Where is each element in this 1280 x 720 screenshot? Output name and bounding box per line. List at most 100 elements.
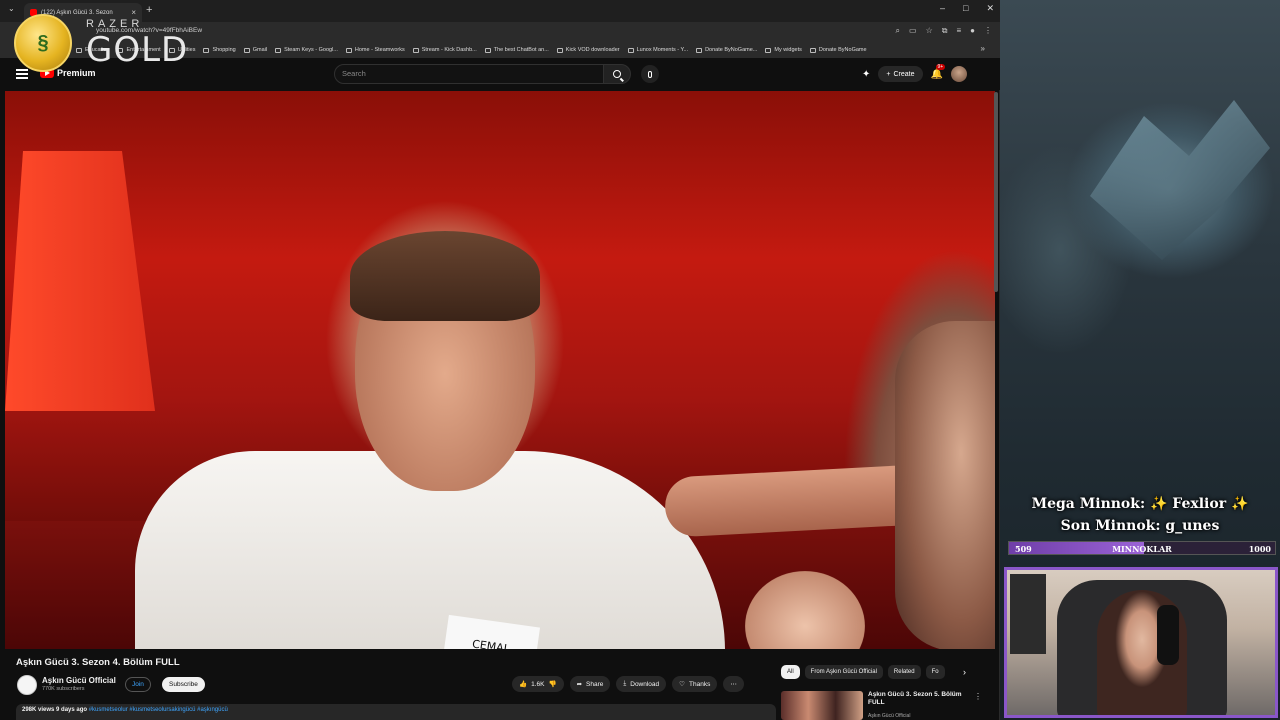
- recommendation-thumbnail[interactable]: [781, 691, 863, 720]
- recommendation-channel: Aşkın Gücü Official: [868, 713, 911, 719]
- join-button[interactable]: Join: [125, 677, 151, 692]
- notifications-bell-icon[interactable]: 🔔 9+: [931, 63, 946, 80]
- notification-badge: 9+: [935, 63, 946, 70]
- chip-for-you[interactable]: Fo: [925, 665, 945, 679]
- video-actions: 👍 1.6K 👎 ➦ Share ⤓ Download ♡ Thanks ⋯: [512, 676, 744, 692]
- mega-minnok-text: Mega Minnok: ✨ Fexlior ✨: [1031, 496, 1249, 512]
- channel-name[interactable]: Aşkın Gücü Official: [42, 676, 116, 685]
- tab-bar: ⌄ (122) Aşkın Gücü 3. Sezon × + – □ ✕: [0, 0, 1000, 22]
- search-icon: [613, 70, 621, 78]
- recommendation-menu-icon[interactable]: ⋮: [974, 692, 982, 701]
- create-button[interactable]: + Create: [878, 66, 923, 82]
- kick-icon: [556, 47, 563, 53]
- bookmarks-overflow-icon[interactable]: »: [981, 44, 985, 53]
- bookmark-item[interactable]: Kick VOD downloader: [556, 47, 620, 53]
- browser-menu-icon[interactable]: ⋮: [984, 26, 992, 36]
- razer-snake-icon: §: [37, 31, 49, 54]
- woman-profile: [895, 321, 995, 649]
- download-icon: ⤓: [623, 680, 627, 687]
- like-count: 1.6K: [531, 680, 545, 688]
- header-actions: ✦ + Create 🔔 9+: [862, 63, 967, 82]
- search-input[interactable]: Search: [334, 64, 604, 84]
- screen: ⌄ (122) Aşkın Gücü 3. Sezon × + – □ ✕ yo…: [0, 0, 1280, 720]
- bookmark-item[interactable]: Donate ByNoGame...: [696, 47, 757, 53]
- chip-all[interactable]: All: [781, 665, 800, 679]
- more-icon: ⋯: [730, 681, 737, 688]
- voice-search-button[interactable]: [641, 65, 659, 83]
- recommendation-title[interactable]: Aşkın Gücü 3. Sezon 5. Bölüm FULL: [868, 691, 968, 707]
- chip-from-channel[interactable]: From Aşkın Gücü Official: [804, 665, 883, 679]
- new-tab-icon[interactable]: +: [146, 4, 152, 16]
- dislike-icon[interactable]: 👎: [548, 680, 556, 688]
- bookmark-item[interactable]: Stream - Kick Dashb...: [412, 47, 477, 53]
- bookmark-item[interactable]: Donate ByNoGame: [809, 47, 867, 53]
- bookmark-item[interactable]: Shopping: [203, 47, 236, 53]
- microphone-icon: [648, 70, 652, 78]
- window-controls: – □ ✕: [940, 3, 994, 14]
- close-window-icon[interactable]: ✕: [986, 3, 994, 14]
- search-button[interactable]: [603, 64, 631, 84]
- maximize-icon[interactable]: □: [963, 3, 968, 14]
- son-minnok-text: Son Minnok: g_unes: [1060, 518, 1220, 534]
- bookmark-star-icon[interactable]: ☆: [926, 26, 933, 36]
- create-label: Create: [893, 70, 915, 78]
- like-button[interactable]: 👍 1.6K 👎: [512, 676, 564, 692]
- bookmark-item[interactable]: My widgets: [765, 47, 802, 53]
- minimize-icon[interactable]: –: [940, 3, 945, 14]
- gmail-icon: [243, 47, 250, 53]
- bookmark-item[interactable]: The best ChatBot an...: [484, 47, 549, 53]
- chatbot-icon: [484, 47, 491, 53]
- channel-subscribers: 770K subscribers: [42, 686, 85, 692]
- close-tab-icon[interactable]: ×: [131, 8, 136, 17]
- account-avatar[interactable]: [950, 66, 967, 82]
- tab-search-icon[interactable]: ⌄: [8, 4, 15, 13]
- chevron-right-icon[interactable]: ›: [963, 667, 966, 677]
- share-button[interactable]: ➦ Share: [569, 676, 611, 692]
- description-box[interactable]: 298K views 9 days ago #kusmetseolur #kus…: [16, 704, 776, 720]
- folder-icon: [203, 47, 210, 53]
- video-player[interactable]: CEMAL: [5, 91, 995, 649]
- bookmark-item[interactable]: Steam Keys - Googl...: [275, 47, 338, 53]
- razer-brand-text: RAZER: [86, 18, 144, 30]
- sub-goal-bar: MINNOKLAR 509 1000: [1008, 541, 1276, 555]
- download-button[interactable]: ⤓ Download: [616, 676, 667, 692]
- bookmark-item[interactable]: Home - Steamworks: [345, 47, 405, 53]
- chip-related[interactable]: Related: [887, 665, 921, 679]
- minnok-overlay: Mega Minnok: ✨ Fexlior ✨ Son Minnok: g_u…: [1006, 493, 1274, 537]
- extensions-icon[interactable]: ⧉: [942, 26, 948, 36]
- lamp-shade: [5, 151, 155, 411]
- view-count: 298K views: [22, 707, 55, 713]
- profile-icon[interactable]: ●: [970, 26, 975, 36]
- hamburger-menu-icon[interactable]: [16, 69, 28, 79]
- channel-avatar[interactable]: [17, 675, 37, 695]
- thanks-icon: ♡: [679, 681, 685, 688]
- video-title: Aşkın Gücü 3. Sezon 4. Bölüm FULL: [16, 657, 180, 668]
- hashtags[interactable]: #kusmetseolur #kusmetseolursakingücü #aş…: [89, 707, 228, 713]
- plus-icon: +: [886, 70, 891, 78]
- thanks-button[interactable]: ♡ Thanks: [672, 676, 718, 692]
- sheets-icon: [275, 47, 282, 53]
- downloads-icon[interactable]: ≡: [956, 26, 961, 36]
- man-hair: [350, 231, 540, 321]
- bookmark-item[interactable]: Gmail: [243, 47, 267, 53]
- widget-icon: [765, 47, 772, 53]
- recommendation-chips: All From Aşkın Gücü Official Related Fo: [781, 665, 945, 679]
- zoom-icon[interactable]: ⌕: [896, 26, 900, 36]
- bookmark-item[interactable]: Lunox Moments - Y...: [627, 47, 688, 53]
- thumbs-up-icon: 👍: [519, 681, 528, 688]
- razer-gold-text: GOLD: [86, 30, 189, 70]
- sub-goal-label: MINNOKLAR: [1112, 544, 1172, 554]
- bynogame-icon: [809, 47, 816, 53]
- kick-icon: [412, 47, 419, 53]
- upload-age: 9 days ago: [56, 707, 88, 713]
- page-scrollbar[interactable]: [994, 92, 998, 292]
- browser-window: ⌄ (122) Aşkın Gücü 3. Sezon × + – □ ✕ yo…: [0, 0, 1000, 720]
- youtube-icon: [627, 47, 634, 53]
- subscribe-button[interactable]: Subscribe: [162, 677, 205, 692]
- more-actions-button[interactable]: ⋯: [723, 676, 744, 692]
- cast-icon[interactable]: ▭: [909, 26, 917, 36]
- microphone: [1157, 605, 1179, 665]
- gemini-sparkle-icon[interactable]: ✦: [862, 69, 870, 80]
- razer-gold-coin-icon: §: [14, 14, 72, 72]
- folder-icon: [76, 47, 82, 53]
